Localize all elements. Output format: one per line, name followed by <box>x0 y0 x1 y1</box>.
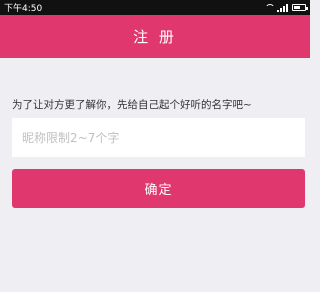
nickname-hint: 为了让对方更了解你，先给自己起个好听的名字吧~ <box>12 99 252 111</box>
app-bar: 注 册 <box>0 15 310 58</box>
status-indicators <box>264 3 308 12</box>
page-title: 注 册 <box>133 28 177 46</box>
battery-icon <box>292 4 308 11</box>
status-bar: 下午4:50 <box>0 0 310 15</box>
confirm-button[interactable]: 确定 <box>12 169 305 208</box>
battery-level <box>294 6 300 9</box>
signal-icon <box>277 3 289 12</box>
nickname-input[interactable] <box>12 118 305 157</box>
wifi-icon <box>264 3 275 12</box>
status-time: 下午4:50 <box>4 4 43 14</box>
